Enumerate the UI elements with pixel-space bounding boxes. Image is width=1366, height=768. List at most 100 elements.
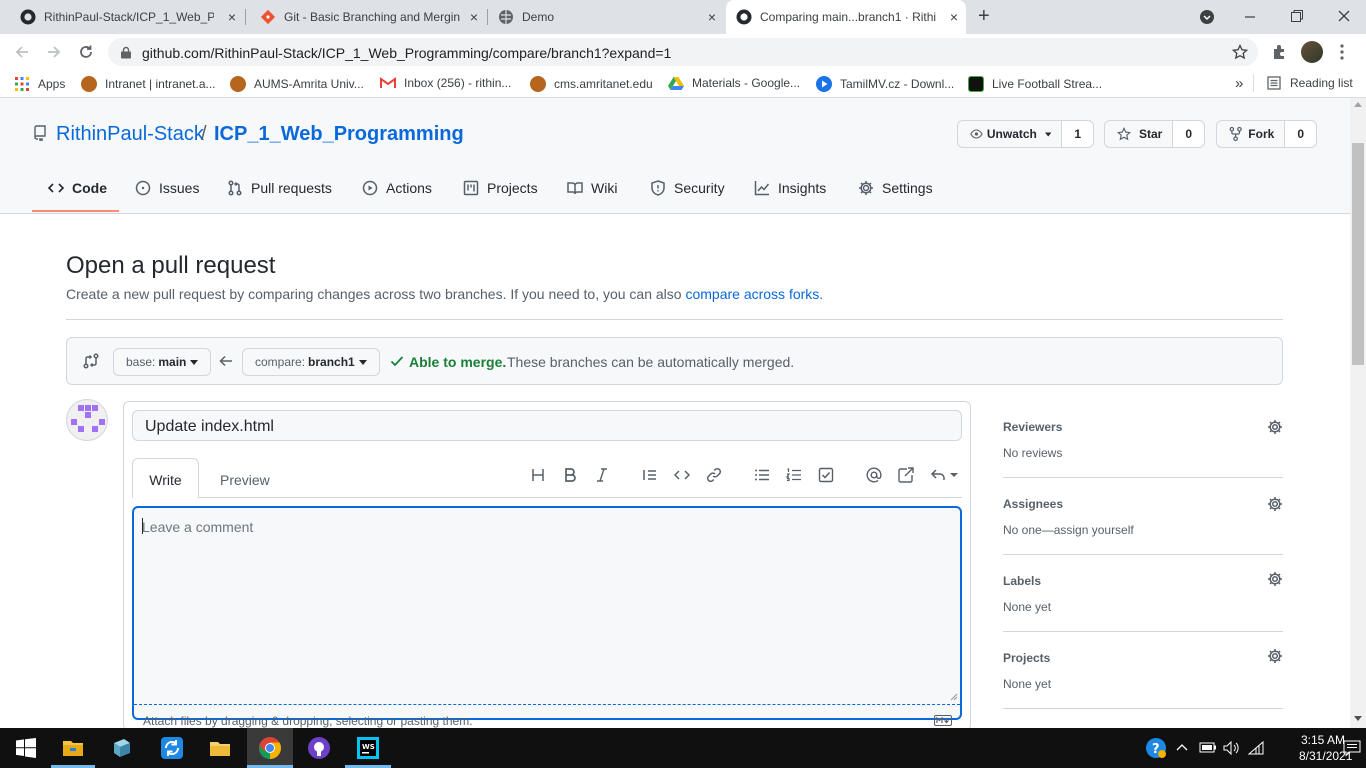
fork-button[interactable]: Fork 0: [1216, 120, 1317, 148]
reload-icon[interactable]: [78, 44, 94, 60]
scroll-down-icon[interactable]: [1354, 716, 1362, 721]
bookmark-intranet[interactable]: Intranet | intranet.a...: [81, 76, 216, 92]
tab-write[interactable]: Write: [132, 458, 199, 498]
webstorm-icon[interactable]: WS: [356, 736, 380, 760]
tab-projects[interactable]: Projects: [463, 180, 538, 196]
battery-icon[interactable]: [1199, 740, 1217, 754]
bookmark-cms[interactable]: cms.amritanet.edu: [530, 76, 653, 92]
tab-wiki[interactable]: Wiki: [567, 180, 617, 196]
avatar[interactable]: [66, 399, 108, 441]
quote-icon[interactable]: [642, 467, 658, 483]
tab-actions[interactable]: Actions: [362, 180, 432, 196]
reading-list-button[interactable]: Reading list: [1267, 76, 1353, 90]
bookmark-tamilmv[interactable]: TamilMV.cz - Downl...: [816, 76, 954, 92]
scroll-up-icon[interactable]: [1354, 102, 1362, 107]
forward-icon[interactable]: [46, 44, 62, 60]
app-cube-icon[interactable]: [110, 736, 134, 760]
help-question-icon[interactable]: ?: [1145, 737, 1167, 759]
close-tab-icon[interactable]: ×: [950, 10, 958, 24]
tab-settings[interactable]: Settings: [858, 180, 933, 196]
bookmark-aums[interactable]: AUMS-Amrita Univ...: [230, 76, 364, 92]
fork-count[interactable]: 0: [1284, 121, 1316, 147]
more-bookmarks-button[interactable]: »: [1235, 75, 1243, 92]
task-list-icon[interactable]: [818, 467, 834, 483]
browser-tab-2[interactable]: Git - Basic Branching and Mergin ×: [246, 0, 486, 34]
link-icon[interactable]: [706, 467, 722, 483]
browser-tab-3[interactable]: Demo ×: [488, 0, 724, 34]
close-tab-icon[interactable]: ×: [470, 10, 478, 24]
repo-name-link[interactable]: ICP_1_Web_Programming: [214, 123, 464, 146]
bookmark-star-icon[interactable]: [1232, 44, 1248, 60]
bookmark-drive[interactable]: Materials - Google...: [668, 76, 800, 90]
clock-time[interactable]: 3:15 AM: [1301, 733, 1345, 747]
page-scrollbar[interactable]: [1350, 98, 1366, 728]
bold-icon[interactable]: [562, 467, 578, 483]
browser-tab-4-active[interactable]: Comparing main...branch1 · Rithi ×: [726, 0, 966, 34]
bookmark-football[interactable]: Live Football Strea...: [968, 76, 1102, 92]
attach-files-hint[interactable]: Attach files by dragging & dropping, sel…: [143, 714, 473, 728]
new-tab-button[interactable]: +: [978, 5, 990, 28]
compare-branch-select[interactable]: compare: branch1: [242, 348, 380, 376]
chrome-icon[interactable]: [258, 736, 282, 760]
reviewers-heading[interactable]: Reviewers: [1003, 420, 1062, 434]
bookmark-gmail[interactable]: Inbox (256) - rithin...: [380, 76, 511, 90]
labels-heading[interactable]: Labels: [1003, 574, 1041, 588]
repo-owner-link[interactable]: RithinPaul-Stack: [56, 123, 204, 146]
tab-code[interactable]: Code: [48, 180, 107, 196]
unordered-list-icon[interactable]: [754, 467, 770, 483]
base-branch-select[interactable]: base: main: [113, 348, 212, 376]
star-count[interactable]: 0: [1172, 121, 1204, 147]
wifi-icon[interactable]: [1247, 740, 1265, 756]
scrollbar-thumb[interactable]: [1352, 143, 1364, 365]
resize-handle-icon[interactable]: [950, 693, 958, 701]
watch-count[interactable]: 1: [1061, 121, 1093, 147]
volume-icon[interactable]: [1222, 740, 1240, 756]
italic-icon[interactable]: [594, 467, 610, 483]
ordered-list-icon[interactable]: [786, 467, 802, 483]
gear-icon[interactable]: [1267, 571, 1283, 587]
sync-app-icon[interactable]: [160, 736, 184, 760]
saved-replies-icon[interactable]: [930, 467, 958, 483]
comment-textarea[interactable]: Leave a comment Attach files by dragging…: [132, 506, 962, 728]
watch-button[interactable]: Unwatch 1: [957, 120, 1094, 148]
menu-kebab-icon[interactable]: [1340, 44, 1344, 60]
gear-icon[interactable]: [1267, 419, 1283, 435]
bookmark-apps[interactable]: Apps: [14, 76, 65, 92]
gear-icon[interactable]: [1267, 496, 1283, 512]
tab-issues[interactable]: Issues: [135, 180, 199, 196]
browser-tab-1[interactable]: RithinPaul-Stack/ICP_1_Web_Prog ×: [0, 0, 244, 34]
close-window-icon[interactable]: [1337, 9, 1351, 23]
compare-across-forks-link[interactable]: compare across forks.: [685, 286, 823, 302]
minimize-icon[interactable]: [1243, 10, 1257, 24]
notifications-icon[interactable]: [1343, 739, 1361, 757]
cross-reference-icon[interactable]: [898, 467, 914, 483]
restore-icon[interactable]: [1290, 9, 1304, 23]
back-icon[interactable]: [14, 44, 30, 60]
pr-title-input[interactable]: Update index.html: [132, 410, 962, 441]
windows-start-icon[interactable]: [14, 736, 38, 760]
tab-security[interactable]: Security: [650, 180, 725, 196]
close-tab-icon[interactable]: ×: [228, 10, 236, 24]
code-icon[interactable]: [674, 467, 690, 483]
heading-icon[interactable]: [530, 467, 546, 483]
folder-icon[interactable]: [208, 736, 232, 760]
shield-icon: [651, 180, 665, 196]
github-desktop-icon[interactable]: [307, 736, 331, 760]
star-button[interactable]: Star 0: [1104, 120, 1205, 148]
gear-icon[interactable]: [1267, 648, 1283, 664]
close-tab-icon[interactable]: ×: [708, 10, 716, 24]
tab-preview[interactable]: Preview: [220, 472, 270, 488]
address-bar[interactable]: github.com/RithinPaul-Stack/ICP_1_Web_Pr…: [108, 38, 1258, 66]
assignees-value[interactable]: No one—assign yourself: [1003, 523, 1134, 537]
profile-avatar[interactable]: [1301, 41, 1323, 63]
extensions-icon[interactable]: [1271, 44, 1288, 61]
bookmark-label: Live Football Strea...: [992, 77, 1103, 91]
file-explorer-icon[interactable]: [61, 736, 85, 760]
tab-insights[interactable]: Insights: [754, 180, 826, 196]
mention-icon[interactable]: [866, 467, 882, 483]
tab-search-icon[interactable]: [1199, 9, 1215, 25]
projects-heading[interactable]: Projects: [1003, 651, 1050, 665]
tab-pull-requests[interactable]: Pull requests: [227, 180, 332, 196]
chevron-up-icon[interactable]: [1176, 743, 1188, 751]
assignees-heading[interactable]: Assignees: [1003, 497, 1063, 511]
